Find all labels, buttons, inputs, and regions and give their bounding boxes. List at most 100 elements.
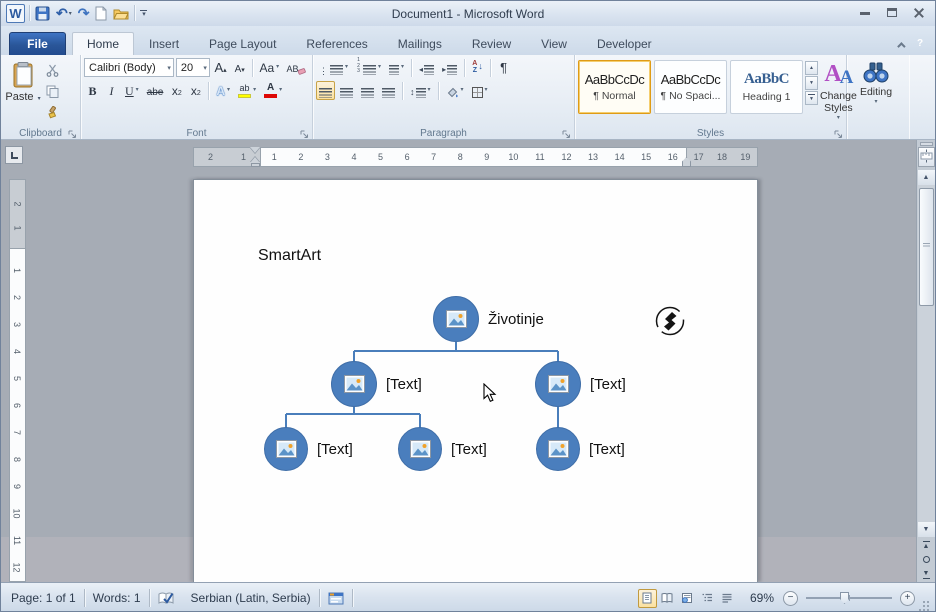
restore-button[interactable] [884,6,900,20]
ruler-toggle-button[interactable] [917,147,935,167]
borders-button[interactable]: ▾ [469,81,491,100]
paste-button[interactable]: Paste ▾ [4,58,42,121]
close-button[interactable] [911,6,927,20]
web-layout-view-button[interactable] [678,589,697,608]
next-page-button[interactable]: ▼ [918,567,935,582]
font-name-combo[interactable]: Calibri (Body) ▾ [84,58,174,77]
clipboard-dialog-launcher[interactable] [67,127,78,138]
copy-button[interactable] [42,83,68,100]
outline-view-button[interactable] [698,589,717,608]
shrink-font-button[interactable]: A ▾ [231,58,248,77]
resize-grip[interactable] [918,592,930,604]
paragraph-dialog-launcher[interactable] [561,127,572,138]
left-indent-marker[interactable] [251,163,260,167]
tab-developer[interactable]: Developer [582,32,667,55]
redo-button[interactable]: ↷ [77,3,91,23]
zoom-level[interactable]: 69% [744,586,780,610]
line-spacing-button[interactable]: ↕ ▾ [407,81,434,100]
styles-more-button[interactable]: ▼ [805,91,818,105]
smartart-node-label[interactable]: [Text] [317,441,353,458]
grow-font-button[interactable]: A ▴ [212,58,229,77]
minimize-ribbon-button[interactable] [897,36,906,51]
styles-scroll-down-button[interactable]: ▼ [805,76,818,90]
tab-references[interactable]: References [291,32,382,55]
smartart-node-l3-2[interactable]: [Text] [398,427,487,471]
style-no-spacing[interactable]: AaBbCcDc ¶ No Spaci... [654,60,727,114]
shading-button[interactable]: ▾ [443,81,467,100]
horizontal-ruler[interactable]: 21 1 2 3 4 5 6 7 8 9 10 11 12 13 14 15 16 17 18 19 [193,147,758,167]
font-color-button[interactable]: A ▾ [261,81,285,100]
tab-page-layout[interactable]: Page Layout [194,32,291,55]
align-center-button[interactable] [337,81,356,100]
align-left-button[interactable] [316,81,335,100]
style-heading-1[interactable]: AaBbC Heading 1 [730,60,803,114]
strikethrough-button[interactable]: abe [144,81,167,100]
text-effects-button[interactable]: A ▾ [213,81,233,100]
minimize-button[interactable] [857,6,873,20]
new-document-button[interactable] [94,3,108,23]
print-layout-view-button[interactable] [637,588,657,608]
sort-button[interactable]: AZ ↓ [469,58,486,77]
document-page[interactable]: SmartArt Životinje [Text] [Text] [Text] … [193,179,758,582]
tab-stop-selector[interactable] [5,146,23,164]
draft-view-button[interactable] [718,589,737,608]
scroll-down-button[interactable]: ▼ [917,522,935,537]
styles-scroll-up-button[interactable]: ▲ [805,61,818,75]
picture-placeholder-icon[interactable] [331,361,377,407]
save-button[interactable] [34,3,51,23]
numbering-button[interactable]: 123 ▾ [353,57,384,77]
tab-home[interactable]: Home [72,32,135,55]
subscript-button[interactable]: x2 [168,81,185,100]
smartart-node-l3-1[interactable]: [Text] [264,427,353,471]
help-button[interactable]: ? [912,35,928,51]
picture-placeholder-icon[interactable] [433,296,479,342]
change-case-button[interactable]: Aa ▾ [257,58,281,77]
previous-page-button[interactable]: ▲ [918,537,935,552]
multilevel-list-button[interactable]: ▾ [386,58,407,77]
zoom-in-button[interactable]: + [900,590,915,606]
font-size-combo[interactable]: 20 ▾ [175,58,210,77]
proofing-status-button[interactable] [150,586,183,610]
tab-mailings[interactable]: Mailings [383,32,457,55]
underline-button[interactable]: U ▾ [122,81,142,100]
increase-indent-button[interactable]: ▸ [439,58,460,77]
select-browse-object-button[interactable] [918,552,935,567]
smartart-node-label[interactable]: [Text] [590,376,626,393]
smartart-node-l2-left[interactable]: [Text] [331,361,422,407]
picture-placeholder-icon[interactable] [398,427,442,471]
customize-qat-button[interactable]: ▾ [139,3,148,23]
style-normal[interactable]: AaBbCcDc ¶ Normal [578,60,651,114]
show-hide-formatting-button[interactable]: ¶ [495,58,512,77]
smartart-node-l3-3[interactable]: [Text] [536,427,625,471]
picture-placeholder-icon[interactable] [536,427,580,471]
styles-dialog-launcher[interactable] [833,127,844,138]
tab-view[interactable]: View [526,32,582,55]
italic-button[interactable]: I [103,81,120,100]
decrease-indent-button[interactable]: ◂ [416,58,437,77]
hanging-indent-marker[interactable] [250,152,260,163]
scroll-up-button[interactable]: ▲ [917,170,935,185]
cut-button[interactable] [42,62,68,79]
smartart-node-label[interactable]: [Text] [589,441,625,458]
font-dialog-launcher[interactable] [299,127,310,138]
bullets-button[interactable]: ⋮ ▾ [316,58,351,77]
text-highlight-button[interactable]: ab ▾ [235,81,259,100]
zoom-slider-thumb[interactable] [840,592,849,604]
undo-button[interactable]: ↶ ▾ [55,3,73,23]
superscript-button[interactable]: x2 [187,81,204,100]
align-right-button[interactable] [358,81,377,100]
split-handle[interactable] [919,142,933,146]
tab-insert[interactable]: Insert [134,32,194,55]
zoom-slider[interactable] [806,592,892,604]
clear-formatting-button[interactable]: AB [283,58,309,77]
language-indicator[interactable]: Serbian (Latin, Serbia) [183,586,319,610]
scrollbar-thumb[interactable] [918,188,934,306]
open-button[interactable] [112,3,130,23]
zoom-out-button[interactable]: − [783,590,798,606]
smartart-node-root[interactable]: Životinje [433,296,544,342]
justify-button[interactable] [379,81,398,100]
word-count[interactable]: Words: 1 [85,586,149,610]
tab-file[interactable]: File [9,32,66,55]
smartart-node-l2-right[interactable]: [Text] [535,361,626,407]
macro-record-button[interactable] [320,586,352,610]
